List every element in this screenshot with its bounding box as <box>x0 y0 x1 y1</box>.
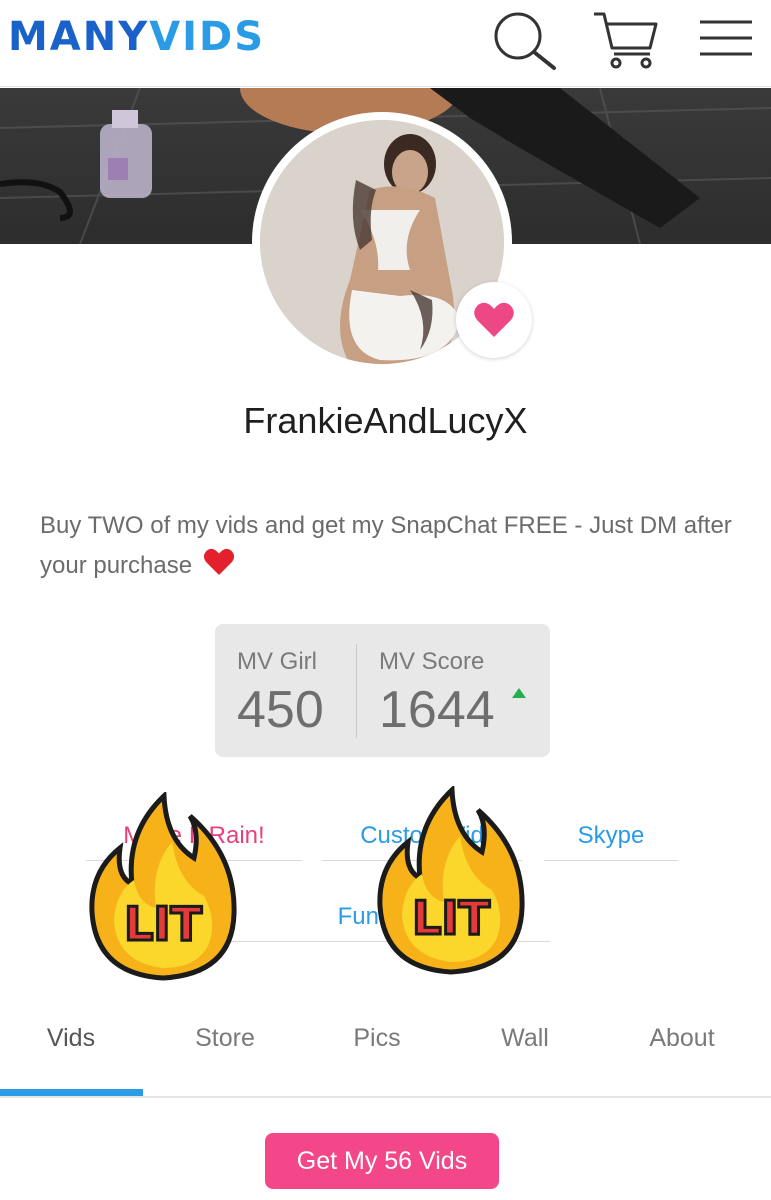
mv-score-value: 1644 <box>379 681 495 739</box>
tab-pics[interactable]: Pics <box>300 1024 454 1053</box>
lit-fire-sticker: LIT <box>374 784 528 981</box>
red-heart-icon <box>203 547 235 590</box>
tab-store[interactable]: Store <box>148 1024 302 1053</box>
get-vids-button[interactable]: Get My 56 Vids <box>265 1133 499 1189</box>
menu-icon[interactable] <box>696 14 756 62</box>
manyvids-logo[interactable]: MANYVIDS <box>8 14 265 60</box>
profile-tabs: Vids Store Pics Wall About <box>0 1010 771 1100</box>
bio-text: Buy TWO of my vids and get my SnapChat F… <box>40 512 732 579</box>
score-panel: MV Girl 450 MV Score 1644 <box>215 624 550 757</box>
profile-bio: Buy TWO of my vids and get my SnapChat F… <box>40 506 740 590</box>
favorite-button[interactable] <box>456 282 532 358</box>
tab-vids[interactable]: Vids <box>0 1024 148 1053</box>
lit-fire-sticker: LIT <box>86 790 240 987</box>
trend-up-icon <box>512 688 526 698</box>
tab-about[interactable]: About <box>605 1024 759 1053</box>
score-divider <box>356 644 357 738</box>
cart-icon[interactable] <box>590 8 662 72</box>
tab-divider <box>0 1096 771 1098</box>
mv-girl-label: MV Girl <box>237 648 317 675</box>
lit-text-2: LIT <box>412 891 490 945</box>
active-tab-indicator <box>0 1089 143 1096</box>
top-header: MANYVIDS <box>0 0 771 87</box>
profile-page: MANYVIDS FrankieAndLucyX Buy TWO of my v… <box>0 0 771 1200</box>
logo-many-text: MANY <box>8 14 150 60</box>
username: FrankieAndLucyX <box>243 400 528 441</box>
mv-girl-value: 450 <box>237 681 324 739</box>
mv-score-label: MV Score <box>379 648 485 675</box>
skype-link[interactable]: Skype <box>544 812 678 861</box>
heart-icon <box>474 302 514 337</box>
tab-wall[interactable]: Wall <box>448 1024 602 1053</box>
lit-text-1: LIT <box>124 897 202 951</box>
search-icon[interactable] <box>488 8 560 72</box>
logo-vids-text: VIDS <box>149 14 266 60</box>
